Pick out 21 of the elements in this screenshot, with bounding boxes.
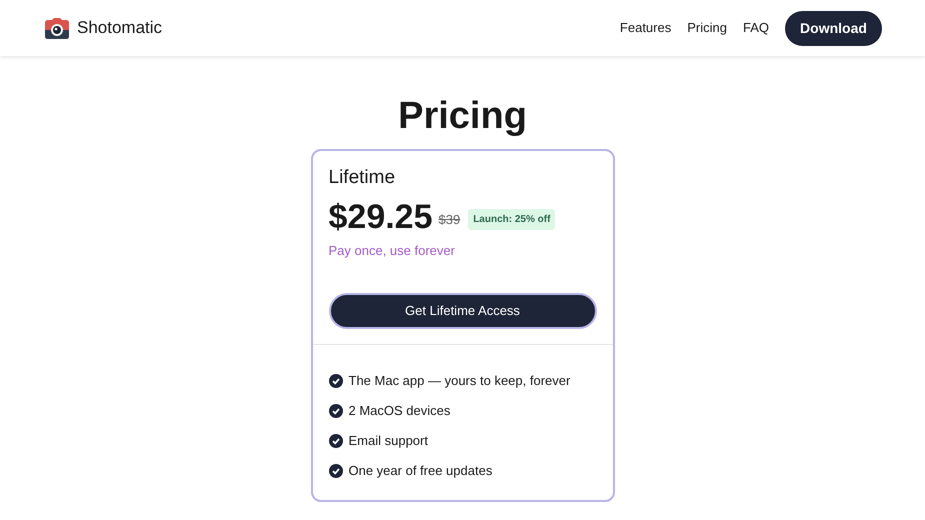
feature-text: The Mac app — yours to keep, forever xyxy=(348,372,570,390)
camera-icon xyxy=(45,17,69,39)
page-heading: Pricing xyxy=(397,94,528,139)
purchase-button[interactable]: Get Lifetime Access xyxy=(328,292,596,328)
discount-badge: Launch: 25% off xyxy=(468,209,556,230)
feature-text: 2 MacOS devices xyxy=(348,402,450,420)
nav-link[interactable]: FAQ xyxy=(742,18,769,38)
check-icon xyxy=(328,464,342,478)
nav-link[interactable]: Features xyxy=(620,18,672,38)
check-icon xyxy=(328,434,342,448)
check-icon xyxy=(328,374,342,388)
check-icon xyxy=(328,404,342,418)
brand-name[interactable]: Shotomatic xyxy=(77,15,162,41)
nav-link[interactable]: Pricing xyxy=(687,18,727,38)
plan-name: Lifetime xyxy=(328,166,396,190)
price: $29.25 xyxy=(328,197,432,237)
feature-text: Email support xyxy=(348,432,428,450)
tagline: Pay once, use forever xyxy=(328,242,456,260)
download-button[interactable]: Download xyxy=(785,10,882,46)
old-price: $39 xyxy=(438,211,460,230)
feature-text: One year of free updates xyxy=(348,462,492,480)
